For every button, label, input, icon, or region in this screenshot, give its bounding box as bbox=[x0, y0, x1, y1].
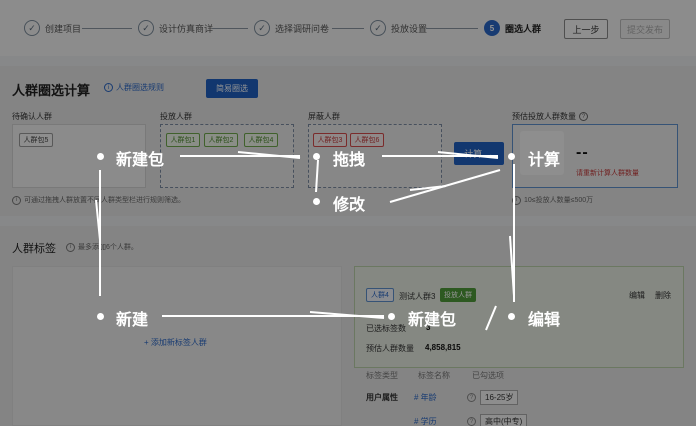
annotation-dot bbox=[313, 198, 320, 205]
annotation-dot bbox=[97, 153, 104, 160]
annotation-new-create: 新建 bbox=[116, 312, 149, 329]
annotation-dot bbox=[508, 153, 515, 160]
annotation-drag: 拖拽 bbox=[333, 152, 366, 169]
line-new-pack-to-edit bbox=[485, 305, 497, 331]
annotation-dot bbox=[313, 153, 320, 160]
annotation-new-pack-2: 新建包 bbox=[408, 312, 457, 329]
annotation-edit: 编辑 bbox=[528, 312, 561, 329]
annotation-new-pack: 新建包 bbox=[116, 152, 165, 169]
annotation-dot bbox=[388, 313, 395, 320]
annotation-modify: 修改 bbox=[333, 197, 366, 214]
line-drag-to-modify bbox=[315, 159, 319, 193]
annotation-calculate: 计算 bbox=[528, 152, 561, 169]
annotation-dot bbox=[97, 313, 104, 320]
annotation-dot bbox=[508, 313, 515, 320]
